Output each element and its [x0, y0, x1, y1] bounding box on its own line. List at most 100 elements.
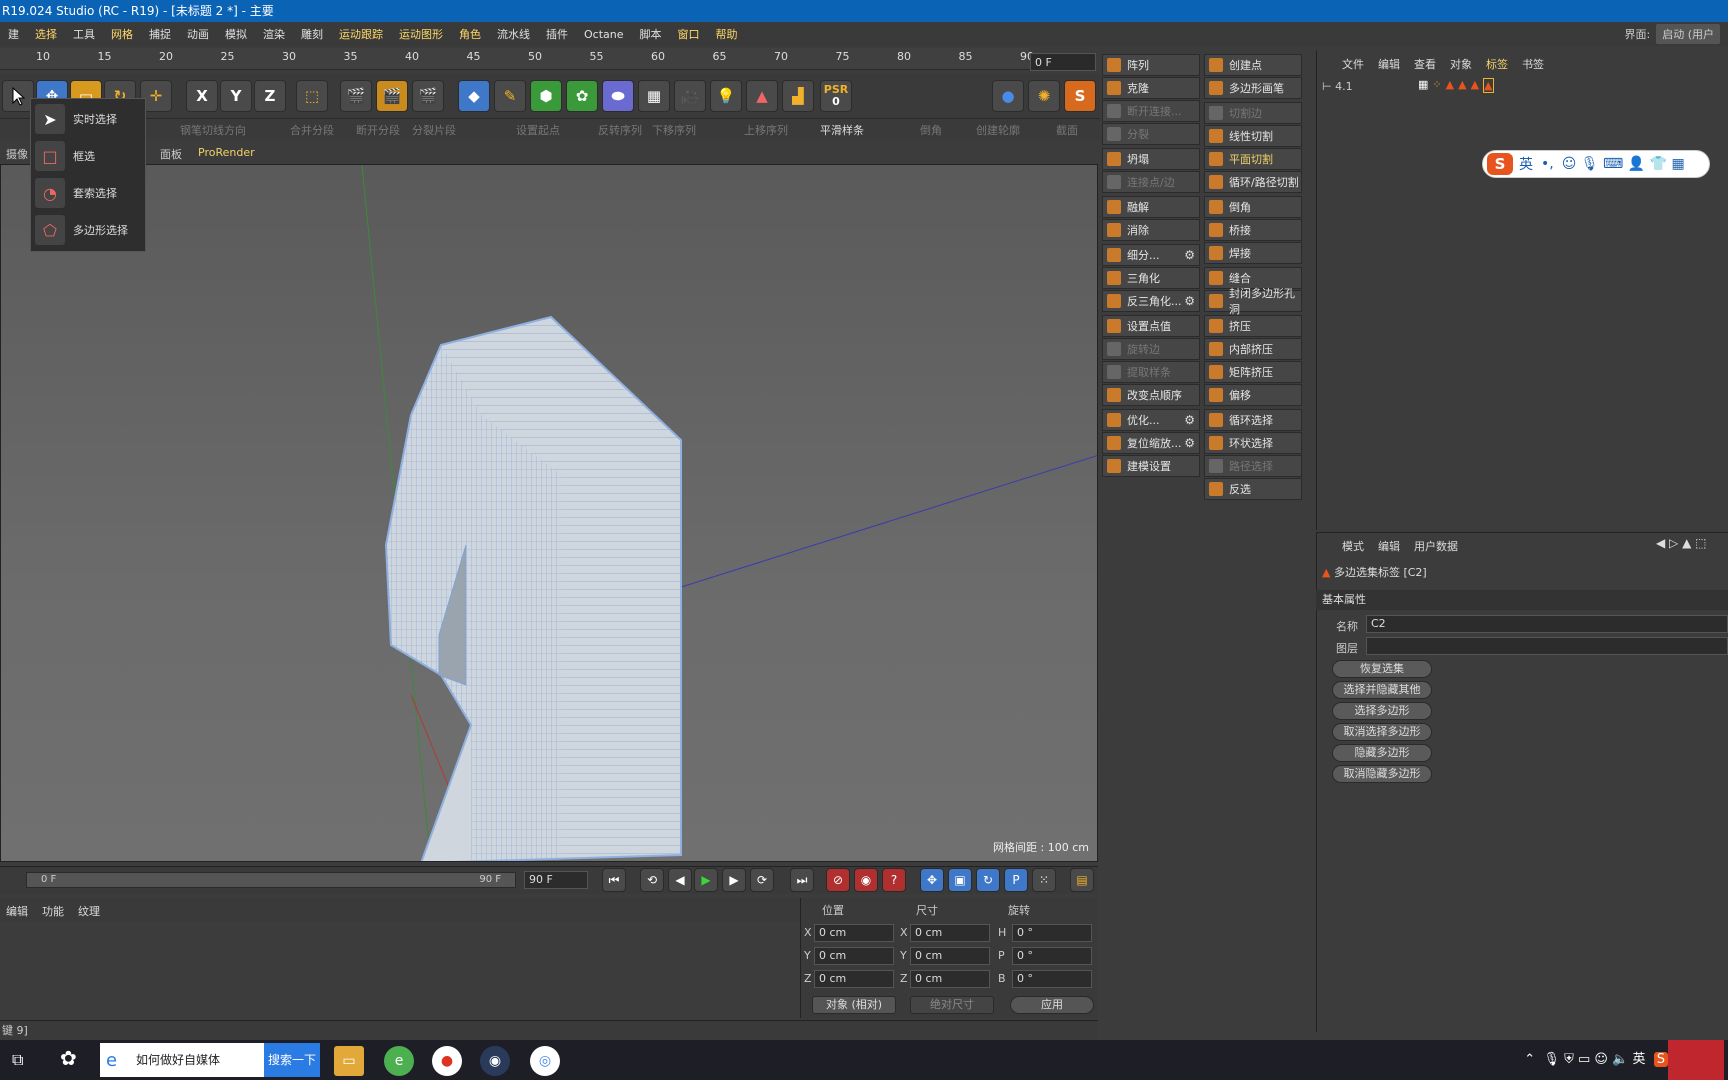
- command-button[interactable]: 融解: [1102, 196, 1200, 218]
- object-menu-item[interactable]: 编辑: [1378, 56, 1400, 72]
- menu-item[interactable]: 帮助: [708, 26, 746, 42]
- command-button[interactable]: 旋转边: [1102, 338, 1200, 360]
- command-button[interactable]: 消除: [1102, 219, 1200, 241]
- render-picture-viewer-button[interactable]: 🎬: [376, 80, 408, 112]
- object-row[interactable]: ⊢ 4.1: [1322, 80, 1353, 93]
- apply-button[interactable]: 应用: [1010, 996, 1094, 1014]
- attribute-menu-item[interactable]: 用户数据: [1414, 538, 1458, 554]
- command-button[interactable]: 封闭多边形孔洞: [1204, 287, 1302, 316]
- chrome-app-icon[interactable]: ◎: [530, 1046, 560, 1076]
- selection-option[interactable]: ➤ 实时选择: [35, 103, 143, 135]
- tray-ime[interactable]: 英: [1632, 1052, 1645, 1067]
- position-field[interactable]: 0 cm: [814, 924, 894, 942]
- command-button[interactable]: 坍塌: [1102, 148, 1200, 170]
- clock-badge[interactable]: [1668, 1040, 1724, 1080]
- menu-item[interactable]: 运动图形: [391, 26, 451, 42]
- position-field[interactable]: 0 cm: [814, 947, 894, 965]
- selection-action-button[interactable]: 隐藏多边形: [1332, 744, 1432, 762]
- material-menu-item[interactable]: 编辑: [6, 903, 28, 919]
- command-button[interactable]: 优化... ⚙: [1102, 409, 1200, 431]
- taskbar-search-input[interactable]: 如何做好自媒体: [100, 1043, 264, 1077]
- psr-button[interactable]: PSR 0: [820, 80, 852, 112]
- 3d-viewport[interactable]: 网格间距 : 100 cm ✥ ⇕ ⟲ ▢: [0, 164, 1098, 862]
- command-button[interactable]: 桥接: [1204, 219, 1302, 241]
- prev-frame-button[interactable]: ◀: [668, 868, 692, 892]
- object-menu-item[interactable]: 标签: [1486, 56, 1508, 72]
- file-explorer-icon[interactable]: ▭: [334, 1046, 364, 1076]
- viewport-menu-item[interactable]: ProRender: [198, 146, 255, 159]
- ime-lang[interactable]: 英: [1519, 154, 1533, 174]
- render-view-button[interactable]: 🎬: [340, 80, 372, 112]
- ime-punct[interactable]: •,: [1541, 156, 1554, 172]
- task-view-icon[interactable]: ⧉: [12, 1050, 23, 1070]
- gear-icon[interactable]: ⚙: [1184, 248, 1195, 262]
- next-frame-button[interactable]: ▶: [722, 868, 746, 892]
- command-button[interactable]: 提取样条: [1102, 361, 1200, 383]
- dots-tag-icon[interactable]: ⁘: [1432, 78, 1441, 93]
- menu-item[interactable]: 窗口: [670, 26, 708, 42]
- command-button[interactable]: 线性切割: [1204, 125, 1302, 147]
- spline-tool-item[interactable]: 反转序列: [598, 122, 642, 138]
- object-menu-item[interactable]: 对象: [1450, 56, 1472, 72]
- command-button[interactable]: 反三角化... ⚙: [1102, 290, 1200, 312]
- spline-tool-item[interactable]: 合并分段: [290, 122, 334, 138]
- key-rotation-button[interactable]: ↻: [976, 868, 1000, 892]
- key-param-button[interactable]: P: [1004, 868, 1028, 892]
- command-button[interactable]: 循环/路径切割: [1204, 171, 1302, 193]
- command-button[interactable]: 路径选择: [1204, 455, 1302, 477]
- menu-item[interactable]: 选择: [27, 26, 65, 42]
- viewport-menu-item[interactable]: 面板: [160, 146, 182, 162]
- user-icon[interactable]: 👤: [1628, 156, 1645, 172]
- spline-tool-item[interactable]: 断开分段: [356, 122, 400, 138]
- end-frame-field[interactable]: 90 F: [524, 871, 588, 889]
- gear-icon[interactable]: ⚙: [1184, 294, 1195, 308]
- command-button[interactable]: 连接点/边: [1102, 171, 1200, 193]
- wechat-icon[interactable]: ☺: [1594, 1052, 1608, 1067]
- spline-tool-item[interactable]: 钢笔切线方向: [180, 122, 246, 138]
- cinema4d-app-icon[interactable]: ◉: [480, 1046, 510, 1076]
- prev-key-button[interactable]: ⟲: [640, 868, 664, 892]
- command-button[interactable]: 环状选择: [1204, 432, 1302, 454]
- spline-tool-item[interactable]: 上移序列: [744, 122, 788, 138]
- menu-item[interactable]: 工具: [65, 26, 103, 42]
- checker-tag-icon[interactable]: ▦: [1418, 78, 1428, 93]
- command-button[interactable]: 矩阵挤压: [1204, 361, 1302, 383]
- grid-icon[interactable]: ▦: [1671, 156, 1684, 172]
- menu-item[interactable]: 流水线: [489, 26, 538, 42]
- object-menu-item[interactable]: 查看: [1414, 56, 1436, 72]
- command-button[interactable]: 倒角: [1204, 196, 1302, 218]
- timeline-window-button[interactable]: ▤: [1070, 868, 1094, 892]
- cloner-button[interactable]: ✿: [566, 80, 598, 112]
- rotation-field[interactable]: 0 °: [1012, 970, 1092, 988]
- key-help-button[interactable]: ?: [882, 868, 906, 892]
- command-button[interactable]: 复位缩放... ⚙: [1102, 432, 1200, 454]
- size-field[interactable]: 0 cm: [910, 924, 990, 942]
- command-button[interactable]: 分裂: [1102, 123, 1200, 145]
- floor-button[interactable]: ▦: [638, 80, 670, 112]
- camera-button[interactable]: 🎥: [674, 80, 706, 112]
- plugin-s-button[interactable]: S: [1064, 80, 1096, 112]
- triangle-tags-button[interactable]: ▲: [746, 80, 778, 112]
- spline-tool-item[interactable]: 平滑样条: [820, 122, 864, 138]
- selection-option[interactable]: □ 框选: [35, 140, 143, 172]
- menu-item[interactable]: 模拟: [217, 26, 255, 42]
- object-menu-item[interactable]: 书签: [1522, 56, 1544, 72]
- go-to-end-button[interactable]: ⏭: [790, 868, 814, 892]
- selection-tag-active-icon[interactable]: ▲: [1483, 78, 1494, 93]
- command-button[interactable]: 设置点值: [1102, 315, 1200, 337]
- selection-option[interactable]: ◔ 套索选择: [35, 177, 143, 209]
- mic-icon[interactable]: 🎙: [1581, 156, 1599, 172]
- selection-action-button[interactable]: 选择多边形: [1332, 702, 1432, 720]
- menu-item[interactable]: 渲染: [255, 26, 293, 42]
- object-menu-item[interactable]: 文件: [1342, 56, 1364, 72]
- selection-action-button[interactable]: 恢复选集: [1332, 660, 1432, 678]
- app-launcher-icon[interactable]: ✿: [60, 1046, 77, 1070]
- selection-tag-icon[interactable]: ▲: [1471, 78, 1479, 93]
- network-icon[interactable]: ▭: [1578, 1052, 1590, 1067]
- menu-item[interactable]: 动画: [179, 26, 217, 42]
- snap-button[interactable]: ✺: [1028, 80, 1060, 112]
- key-points-button[interactable]: ⁙: [1032, 868, 1056, 892]
- layout-selector[interactable]: 界面: 启动 (用户: [1624, 24, 1720, 44]
- material-menu-item[interactable]: 功能: [42, 903, 64, 919]
- cube-primitive-button[interactable]: ◆: [458, 80, 490, 112]
